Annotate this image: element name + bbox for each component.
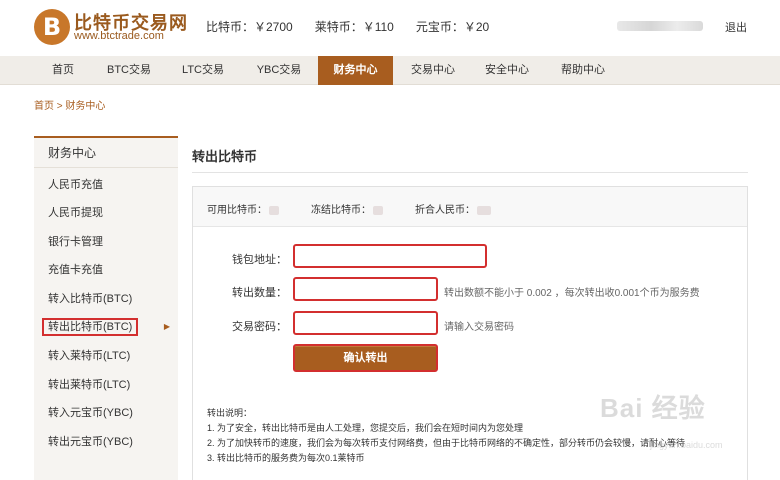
frozen-btc-value-blurred [373, 205, 383, 215]
note-item: 1. 为了安全，转出比特币是由人工处理，您提交后，我们会在短时间内为您处理 [207, 423, 524, 433]
breadcrumb: 首页 > 财务中心 [34, 97, 105, 112]
nav-security-center[interactable]: 安全中心 [474, 56, 540, 85]
nav-help-center[interactable]: 帮助中心 [550, 56, 616, 85]
sidebar-item-ltc-in[interactable]: 转入莱特币(LTC) [34, 342, 178, 370]
sidebar-item-label: 银行卡管理 [48, 236, 103, 248]
sidebar-item-label: 人民币充值 [48, 179, 103, 191]
password-label: 交易密码： [232, 321, 287, 333]
baidu-watermark: Bai 经验 jingyan.baidu.com [600, 388, 770, 458]
frozen-btc-label: 冻结比特币： [311, 205, 371, 216]
sidebar-item-label: 转入元宝币(YBC) [48, 407, 133, 419]
sidebar-item-label: 转入比特币(BTC) [48, 293, 133, 305]
sidebar-item-ybc-in[interactable]: 转入元宝币(YBC) [34, 399, 178, 427]
breadcrumb-current[interactable]: 财务中心 [65, 101, 105, 112]
breadcrumb-separator: > [54, 101, 66, 112]
amount-input[interactable] [293, 277, 438, 301]
sidebar-item-ltc-out[interactable]: 转出莱特币(LTC) [34, 371, 178, 399]
price-ltc: 莱特币：￥110 [314, 20, 394, 34]
nav-ltc-trade[interactable]: LTC交易 [170, 56, 236, 85]
confirm-withdraw-button[interactable]: 确认转出 [293, 344, 438, 372]
brand-url: www.btctrade.com [74, 30, 164, 42]
sidebar-item-label: 转出比特币(BTC) [42, 318, 139, 336]
nav-trade-center[interactable]: 交易中心 [400, 56, 466, 85]
nav-finance-center[interactable]: 财务中心 [318, 56, 393, 85]
sidebar-item-btc-out[interactable]: 转出比特币(BTC) ▶ [34, 313, 178, 341]
sidebar-title: 财务中心 [34, 138, 178, 168]
chevron-right-icon: ▶ [163, 322, 170, 331]
password-hint: 请输入交易密码 [444, 322, 514, 333]
cny-equivalent-label: 折合人民币： [415, 205, 475, 216]
main-nav: 首页 BTC交易 LTC交易 YBC交易 财务中心 交易中心 安全中心 帮助中心 [0, 56, 780, 85]
page-title: 转出比特币 [192, 149, 258, 164]
title-divider [192, 172, 748, 173]
sidebar-item-ybc-out[interactable]: 转出元宝币(YBC) [34, 428, 178, 456]
trade-password-input[interactable] [293, 311, 438, 335]
amount-label: 转出数量： [232, 287, 287, 299]
sidebar-item-cny-deposit[interactable]: 人民币充值 [34, 171, 178, 199]
baidu-jingyan-logo: Bai 经验 [600, 393, 706, 423]
note-item: 3. 转出比特币的服务费为每次0.1莱特币 [207, 453, 365, 463]
sidebar-item-cny-withdraw[interactable]: 人民币提现 [34, 199, 178, 227]
sidebar-item-label: 人民币提现 [48, 207, 103, 219]
page: B 比特币交易网 www.btctrade.com 比特币：￥2700 莱特币：… [0, 0, 780, 480]
available-btc-value-blurred [269, 205, 279, 215]
address-label: 钱包地址： [232, 254, 287, 266]
cny-equivalent-value-blurred [477, 205, 491, 215]
wallet-address-input[interactable] [293, 244, 487, 268]
bitcoin-logo-icon[interactable]: B [34, 9, 70, 45]
nav-ybc-trade[interactable]: YBC交易 [246, 56, 312, 85]
sidebar-item-label: 转出元宝币(YBC) [48, 436, 133, 448]
sidebar-item-label: 转出莱特币(LTC) [48, 379, 131, 391]
sidebar-item-btc-in[interactable]: 转入比特币(BTC) [34, 285, 178, 313]
watermark-url: jingyan.baidu.com [650, 440, 723, 450]
header: B 比特币交易网 www.btctrade.com 比特币：￥2700 莱特币：… [0, 0, 780, 56]
cny-equivalent: 折合人民币： [415, 201, 491, 216]
sidebar-item-label: 充值卡充值 [48, 264, 103, 276]
frozen-btc: 冻结比特币： [311, 201, 383, 216]
available-btc-label: 可用比特币： [207, 205, 267, 216]
nav-btc-trade[interactable]: BTC交易 [96, 56, 162, 85]
price-ticker: 比特币：￥2700 莱特币：￥110 元宝币：￥20 [206, 18, 489, 35]
sidebar-item-bank-card[interactable]: 银行卡管理 [34, 228, 178, 256]
price-btc: 比特币：￥2700 [206, 20, 293, 34]
amount-hint: 转出数额不能小于 0.002 ，每次转出收0.001个币为服务费 [444, 288, 700, 299]
sidebar: 财务中心 人民币充值 人民币提现 银行卡管理 充值卡充值 转入比特币(BTC) … [34, 136, 178, 480]
logout-link[interactable]: 退出 [725, 19, 747, 35]
sidebar-item-label: 转入莱特币(LTC) [48, 350, 131, 362]
breadcrumb-home[interactable]: 首页 [34, 101, 54, 112]
nav-home[interactable]: 首页 [38, 56, 88, 85]
price-ybc: 元宝币：￥20 [415, 20, 490, 34]
notes-title: 转出说明： [207, 408, 253, 418]
sidebar-item-card-recharge[interactable]: 充值卡充值 [34, 256, 178, 284]
username-blurred [617, 21, 703, 31]
balance-bar: 可用比特币： 冻结比特币： 折合人民币： [193, 187, 747, 227]
available-btc: 可用比特币： [207, 201, 279, 216]
